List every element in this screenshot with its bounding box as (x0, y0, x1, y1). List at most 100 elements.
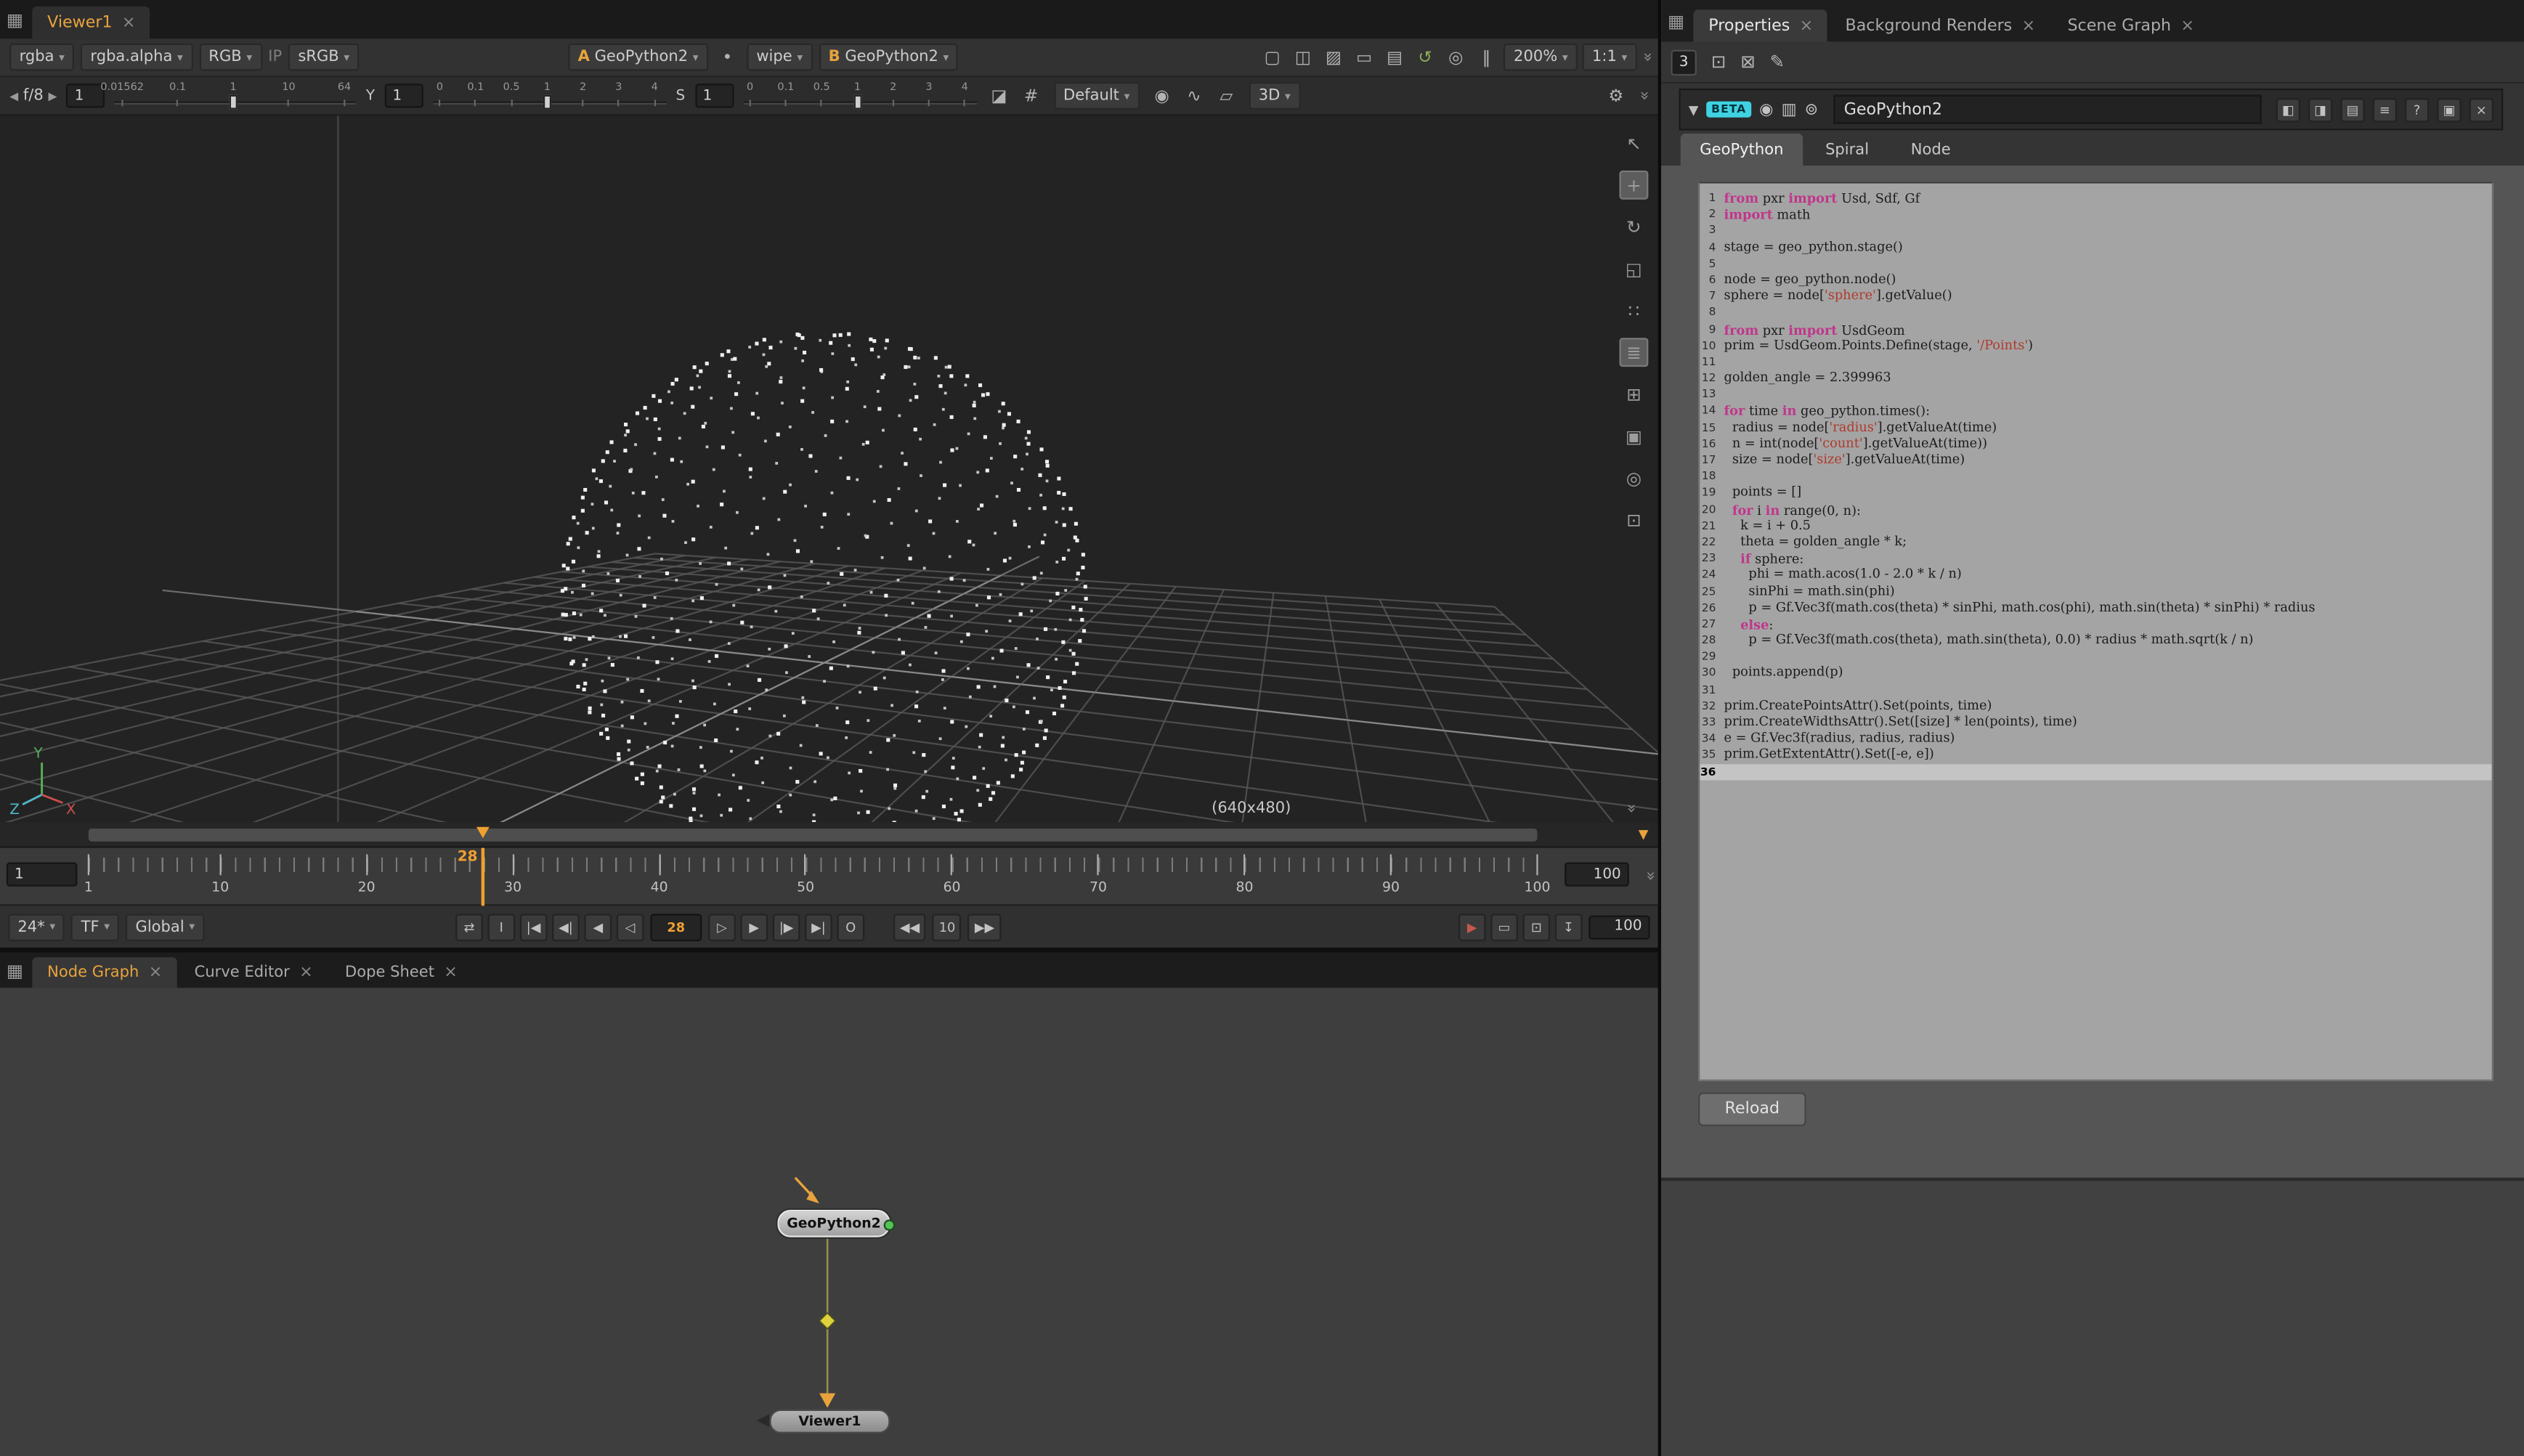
code-line[interactable]: 33prim.CreateWidthsAttr().Set([size] * l… (1700, 715, 2491, 731)
code-line[interactable]: 10prim = UsdGeom.Points.Define(stage, '/… (1700, 338, 2491, 354)
mask-icon[interactable]: ◫ (1290, 44, 1315, 70)
code-line[interactable]: 29 (1700, 648, 2491, 665)
code-line[interactable]: 25 sinPhi = math.sin(phi) (1700, 583, 2491, 600)
range-start-input[interactable]: 1 (7, 863, 78, 887)
playhead[interactable] (482, 848, 485, 906)
code-line[interactable]: 3 (1700, 223, 2491, 240)
code-line[interactable]: 16 n = int(node['count'].getValueAt(time… (1700, 436, 2491, 452)
saturation-slider[interactable]: 00.10.51234 (743, 80, 976, 112)
code-line[interactable]: 26 p = Gf.Vec3f(math.cos(theta) * sinPhi… (1700, 600, 2491, 617)
center-camera-icon[interactable]: ◎ (1619, 463, 1648, 492)
timeline-range-bar[interactable] (89, 829, 1538, 842)
snapshot-button[interactable]: ↧ (1555, 913, 1583, 940)
step-forward-button[interactable]: ▶ (740, 913, 768, 940)
gain-input[interactable]: 1 (67, 84, 105, 107)
next-keyframe-button[interactable]: |▶ (773, 913, 800, 940)
step-back-button[interactable]: ◀ (584, 913, 612, 940)
code-line[interactable]: 18 (1700, 468, 2491, 485)
close-icon[interactable]: × (2180, 17, 2194, 34)
reload-button[interactable]: Reload (1698, 1092, 1806, 1126)
postage-stamp-icon[interactable]: ▥ (1782, 100, 1797, 118)
float-panel-icon[interactable]: ▣ (2437, 97, 2461, 121)
slider-handle[interactable] (543, 94, 551, 109)
tab-spiral[interactable]: Spiral (1806, 134, 1888, 166)
node-viewer1[interactable]: Viewer1 (769, 1410, 890, 1433)
display-mode-icon[interactable]: ≣ (1619, 338, 1648, 367)
code-line[interactable]: 27 else: (1700, 616, 2491, 633)
view-mode-dropdown[interactable]: 3D ▾ (1249, 82, 1300, 110)
roi-icon[interactable]: ◎ (1443, 44, 1469, 70)
timeline-menu-button[interactable]: ▼ (1639, 827, 1649, 842)
close-icon[interactable]: × (1800, 17, 1814, 34)
code-line[interactable]: 21 k = i + 0.5 (1700, 518, 2491, 534)
code-line[interactable]: 12golden_angle = 2.399963 (1700, 370, 2491, 387)
tab-properties[interactable]: Properties × (1694, 9, 1827, 41)
timeline-current-frame-marker[interactable] (477, 827, 490, 839)
help-button[interactable]: ? (2405, 97, 2429, 121)
pane-menu-icon[interactable]: ▦ (7, 9, 23, 30)
wipe-dropdown[interactable]: wipe ▾ (747, 44, 812, 71)
channels-dropdown[interactable]: rgba ▾ (9, 44, 74, 71)
close-panel-icon[interactable]: × (2470, 97, 2493, 121)
code-line[interactable]: 7sphere = node['sphere'].getValue() (1700, 288, 2491, 305)
layer-stack-icon[interactable]: ▤ (1381, 44, 1407, 70)
lattice-icon[interactable]: ⊞ (1619, 380, 1648, 409)
code-line[interactable]: 34e = Gf.Vec3f(radius, radius, radius) (1700, 731, 2491, 747)
waveform-icon[interactable]: ∿ (1181, 83, 1206, 108)
code-line[interactable]: 31 (1700, 682, 2491, 699)
code-line[interactable]: 13 (1700, 386, 2491, 403)
pane-menu-icon[interactable]: ▦ (7, 960, 23, 981)
views-dropdown[interactable]: TF ▾ (71, 913, 119, 940)
python-code-editor[interactable]: 1from pxr import Usd, Sdf, Gf2import mat… (1698, 182, 2493, 1081)
display-mode-dropdown[interactable]: RGB ▾ (199, 44, 261, 71)
guides-icon[interactable]: ▢ (1259, 44, 1285, 70)
stereo-mode-icon[interactable]: ◪ (986, 83, 1012, 108)
saturation-input[interactable]: 1 (694, 84, 733, 107)
uv-tool-icon[interactable]: ∷ (1619, 296, 1648, 325)
close-icon[interactable]: × (299, 964, 313, 981)
a-input-button[interactable]: A GeoPython2 ▾ (568, 44, 708, 71)
play-backward-button[interactable]: ◁ (617, 913, 644, 940)
code-line[interactable]: 17 size = node['size'].getValueAt(time) (1700, 452, 2491, 469)
gamma-slider[interactable]: 00.10.51234 (433, 80, 666, 112)
code-line[interactable]: 30 points.append(p) (1700, 665, 2491, 682)
play-forward-button[interactable]: ▷ (708, 913, 736, 940)
timeline-scroll-strip[interactable]: ▼ (0, 822, 1658, 847)
clear-panels-icon[interactable]: ⊠ (1740, 52, 1755, 73)
frame-selection-icon[interactable]: ▣ (1619, 421, 1648, 450)
collapse-toolbar-chevrons-icon[interactable]: » (1634, 91, 1652, 101)
prev-keyframe-button[interactable]: ◀| (552, 913, 580, 940)
goto-end-button[interactable]: ▶| (805, 913, 832, 940)
goto-start-button[interactable]: |◀ (520, 913, 548, 940)
collapse-panel-icon[interactable]: ▼ (1689, 102, 1699, 117)
range-mode-dropdown[interactable]: Global ▾ (126, 913, 204, 940)
code-line[interactable]: 1from pxr import Usd, Sdf, Gf (1700, 190, 2491, 206)
input-process-toggle[interactable]: IP (268, 48, 282, 65)
timeline-chevrons-icon[interactable]: » (1641, 871, 1658, 882)
code-line[interactable]: 36 (1700, 763, 2491, 780)
close-icon[interactable]: × (149, 964, 163, 981)
gamma-input[interactable]: 1 (384, 84, 423, 107)
refresh-icon[interactable]: ↺ (1412, 44, 1437, 70)
code-line[interactable]: 14for time in geo_python.times(): (1700, 403, 2491, 420)
code-line[interactable]: 24 phi = math.acos(1.0 - 2.0 * k / n) (1700, 567, 2491, 584)
tab-node[interactable]: Node (1891, 134, 1970, 166)
code-line[interactable]: 28 p = Gf.Vec3f(math.cos(theta), math.si… (1700, 633, 2491, 649)
close-icon[interactable]: × (2022, 17, 2036, 34)
tab-scene-graph[interactable]: Scene Graph × (2053, 9, 2209, 41)
keyframe-diamond[interactable] (819, 1313, 835, 1329)
range-end-input[interactable]: 100 (1565, 863, 1629, 887)
collapse-toolbar-chevrons-icon[interactable]: » (1638, 52, 1655, 62)
slider-handle[interactable] (853, 94, 861, 109)
monitor-out-icon[interactable]: ▭ (1351, 44, 1376, 70)
grid-overlay-icon[interactable]: # (1018, 83, 1044, 108)
edit-icon[interactable]: ✎ (1770, 52, 1785, 73)
prev-fstop-icon[interactable]: ◀ (9, 89, 18, 102)
snap-icon[interactable]: ⊡ (1619, 505, 1648, 534)
lock-playback-button[interactable]: ⊡ (1523, 913, 1551, 940)
proxy-stripes-icon[interactable]: ▨ (1320, 44, 1346, 70)
node-name-input[interactable]: GeoPython2 (1833, 95, 2262, 124)
tab-background-renders[interactable]: Background Renders × (1831, 9, 2050, 41)
code-line[interactable]: 5 (1700, 256, 2491, 272)
node-color-icon[interactable]: ◉ (1759, 100, 1773, 118)
